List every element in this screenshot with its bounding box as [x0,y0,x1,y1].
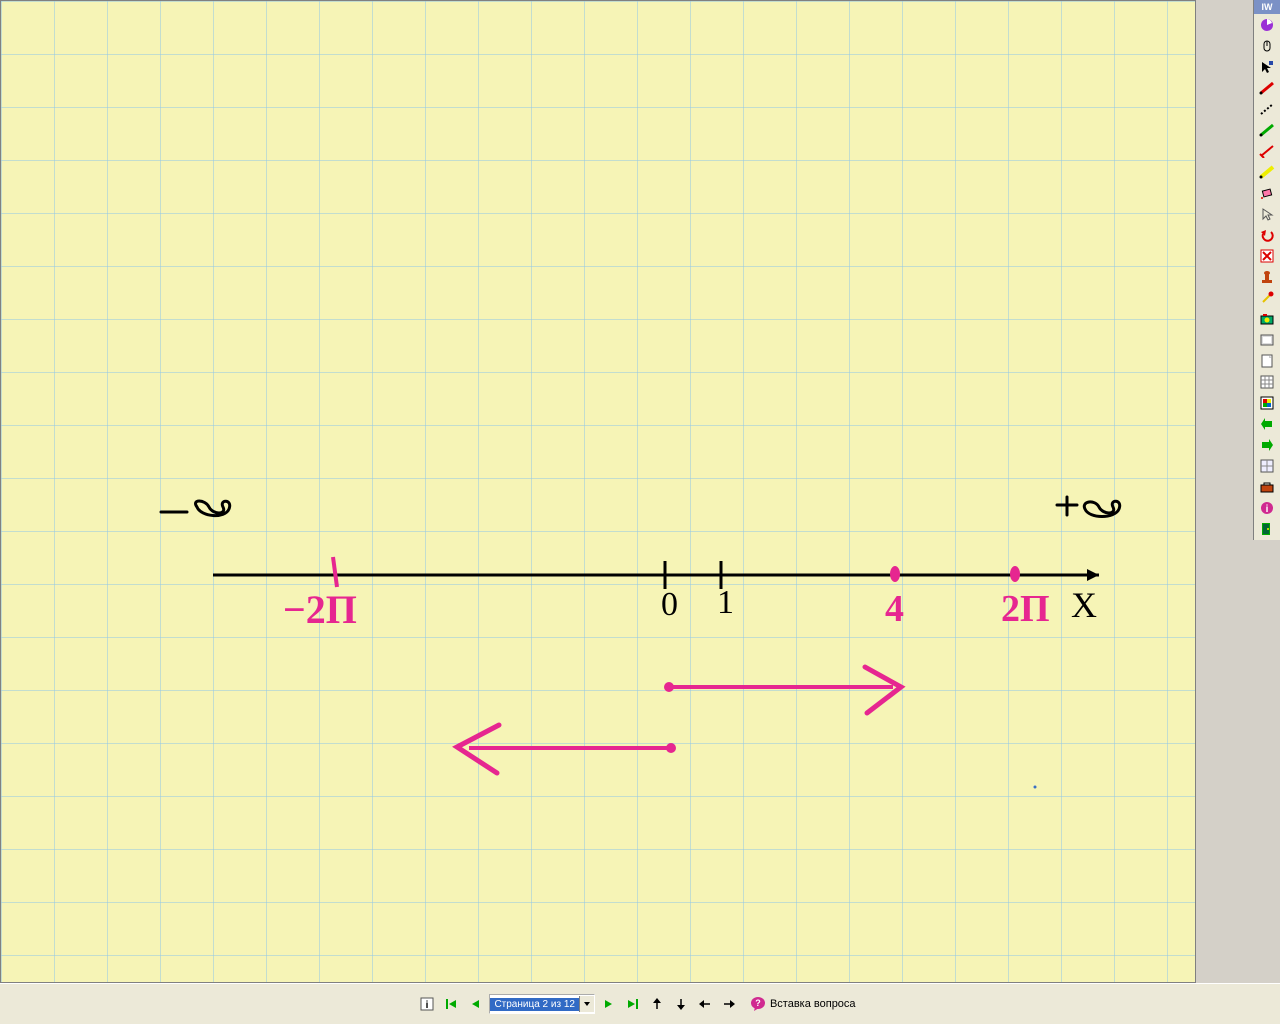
label-four: 4 [885,588,904,630]
whiteboard-canvas[interactable]: 0 1 X −2П 4 2П [0,0,1196,983]
camera-icon[interactable] [1255,309,1279,329]
info-icon[interactable]: i [1255,498,1279,518]
pen-diag-red-icon[interactable] [1255,141,1279,161]
pen-dotted-icon[interactable] [1255,99,1279,119]
grid-icon[interactable] [1255,372,1279,392]
svg-text:i: i [426,1000,429,1011]
pie-icon[interactable] [1255,15,1279,35]
info-square-icon[interactable]: i [417,994,437,1014]
page-dropdown-icon[interactable] [579,996,594,1012]
highlighter-icon[interactable] [1255,162,1279,182]
pointer-dark-icon[interactable] [1255,57,1279,77]
stamp-icon[interactable] [1255,267,1279,287]
app-root: 0 1 X −2П 4 2П IW [0,0,1280,1024]
arrow-right-green-icon[interactable] [1255,435,1279,455]
insert-question-button[interactable]: ? Вставка вопроса [743,993,863,1015]
pen-green-icon[interactable] [1255,120,1279,140]
last-page-icon[interactable] [623,994,643,1014]
label-neg-2pi: −2П [283,587,357,632]
exit-icon[interactable] [1255,519,1279,539]
delete-x-icon[interactable] [1255,246,1279,266]
cursor-outline-icon[interactable] [1255,204,1279,224]
pin-icon[interactable] [1255,288,1279,308]
arrow-down-icon[interactable] [671,994,691,1014]
insert-question-label: Вставка вопроса [770,998,856,1010]
first-page-icon[interactable] [441,994,461,1014]
pen-red-icon[interactable] [1255,78,1279,98]
eraser-icon[interactable] [1255,183,1279,203]
arrow-up-icon[interactable] [647,994,667,1014]
screenshot-icon[interactable] [1255,330,1279,350]
prev-page-icon[interactable] [465,994,485,1014]
svg-text:i: i [1266,504,1269,515]
canvas-svg: 0 1 X −2П 4 2П [1,1,1195,982]
toolbox-icon[interactable] [1255,477,1279,497]
question-bubble-icon: ? [750,996,766,1012]
mouse-icon[interactable] [1255,36,1279,56]
bottom-toolbar: i Страница 2 из 12 ? Вставка вопроса [0,983,1280,1024]
page-selector[interactable]: Страница 2 из 12 [489,994,595,1014]
arrow-left-green-icon[interactable] [1255,414,1279,434]
page-label: Страница 2 из 12 [490,998,579,1011]
grid-small-icon[interactable] [1255,456,1279,476]
right-toolbar: IW i [1253,0,1280,540]
new-page-icon[interactable] [1255,351,1279,371]
arrow-right-icon[interactable] [719,994,739,1014]
label-zero: 0 [661,586,678,623]
label-2pi: 2П [1001,588,1050,630]
toolbar-header: IW [1254,0,1280,14]
label-one: 1 [717,584,734,621]
undo-icon[interactable] [1255,225,1279,245]
color-box-icon[interactable] [1255,393,1279,413]
arrow-left-icon[interactable] [695,994,715,1014]
next-page-icon[interactable] [599,994,619,1014]
label-x: X [1071,585,1097,625]
svg-text:?: ? [755,998,761,1008]
